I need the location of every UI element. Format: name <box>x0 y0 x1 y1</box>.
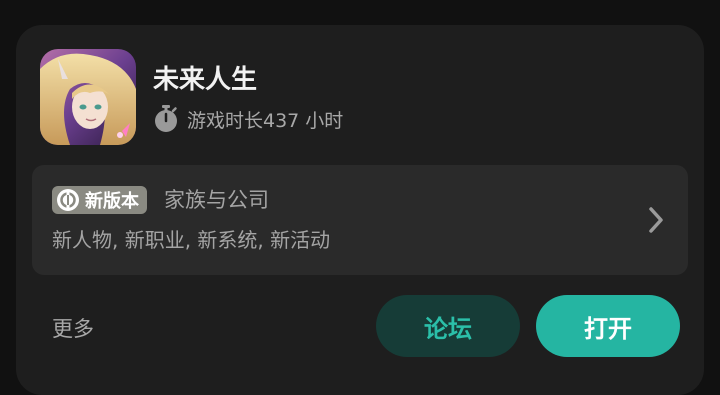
new-version-icon <box>56 188 80 212</box>
update-title: 家族与公司 <box>164 188 269 212</box>
update-description: 新人物, 新职业, 新系统, 新活动 <box>52 228 331 252</box>
game-card: 未来人生 游戏时长437 小时 新版本 家族与公司 新人物, 新职业, 新系统,… <box>16 25 704 395</box>
playtime-row: 游戏时长437 小时 <box>153 105 343 133</box>
app-title: 未来人生 <box>153 65 258 95</box>
stopwatch-icon <box>153 105 179 133</box>
chevron-right-icon <box>646 205 666 235</box>
playtime-text: 游戏时长437 小时 <box>187 109 344 132</box>
forum-button[interactable]: 论坛 <box>376 295 520 357</box>
game-app-icon[interactable] <box>40 49 136 145</box>
badge-label: 新版本 <box>85 191 139 212</box>
open-button[interactable]: 打开 <box>536 295 680 357</box>
update-panel[interactable]: 新版本 家族与公司 新人物, 新职业, 新系统, 新活动 <box>32 165 688 275</box>
new-version-badge: 新版本 <box>52 186 147 214</box>
more-button[interactable]: 更多 <box>52 313 94 343</box>
